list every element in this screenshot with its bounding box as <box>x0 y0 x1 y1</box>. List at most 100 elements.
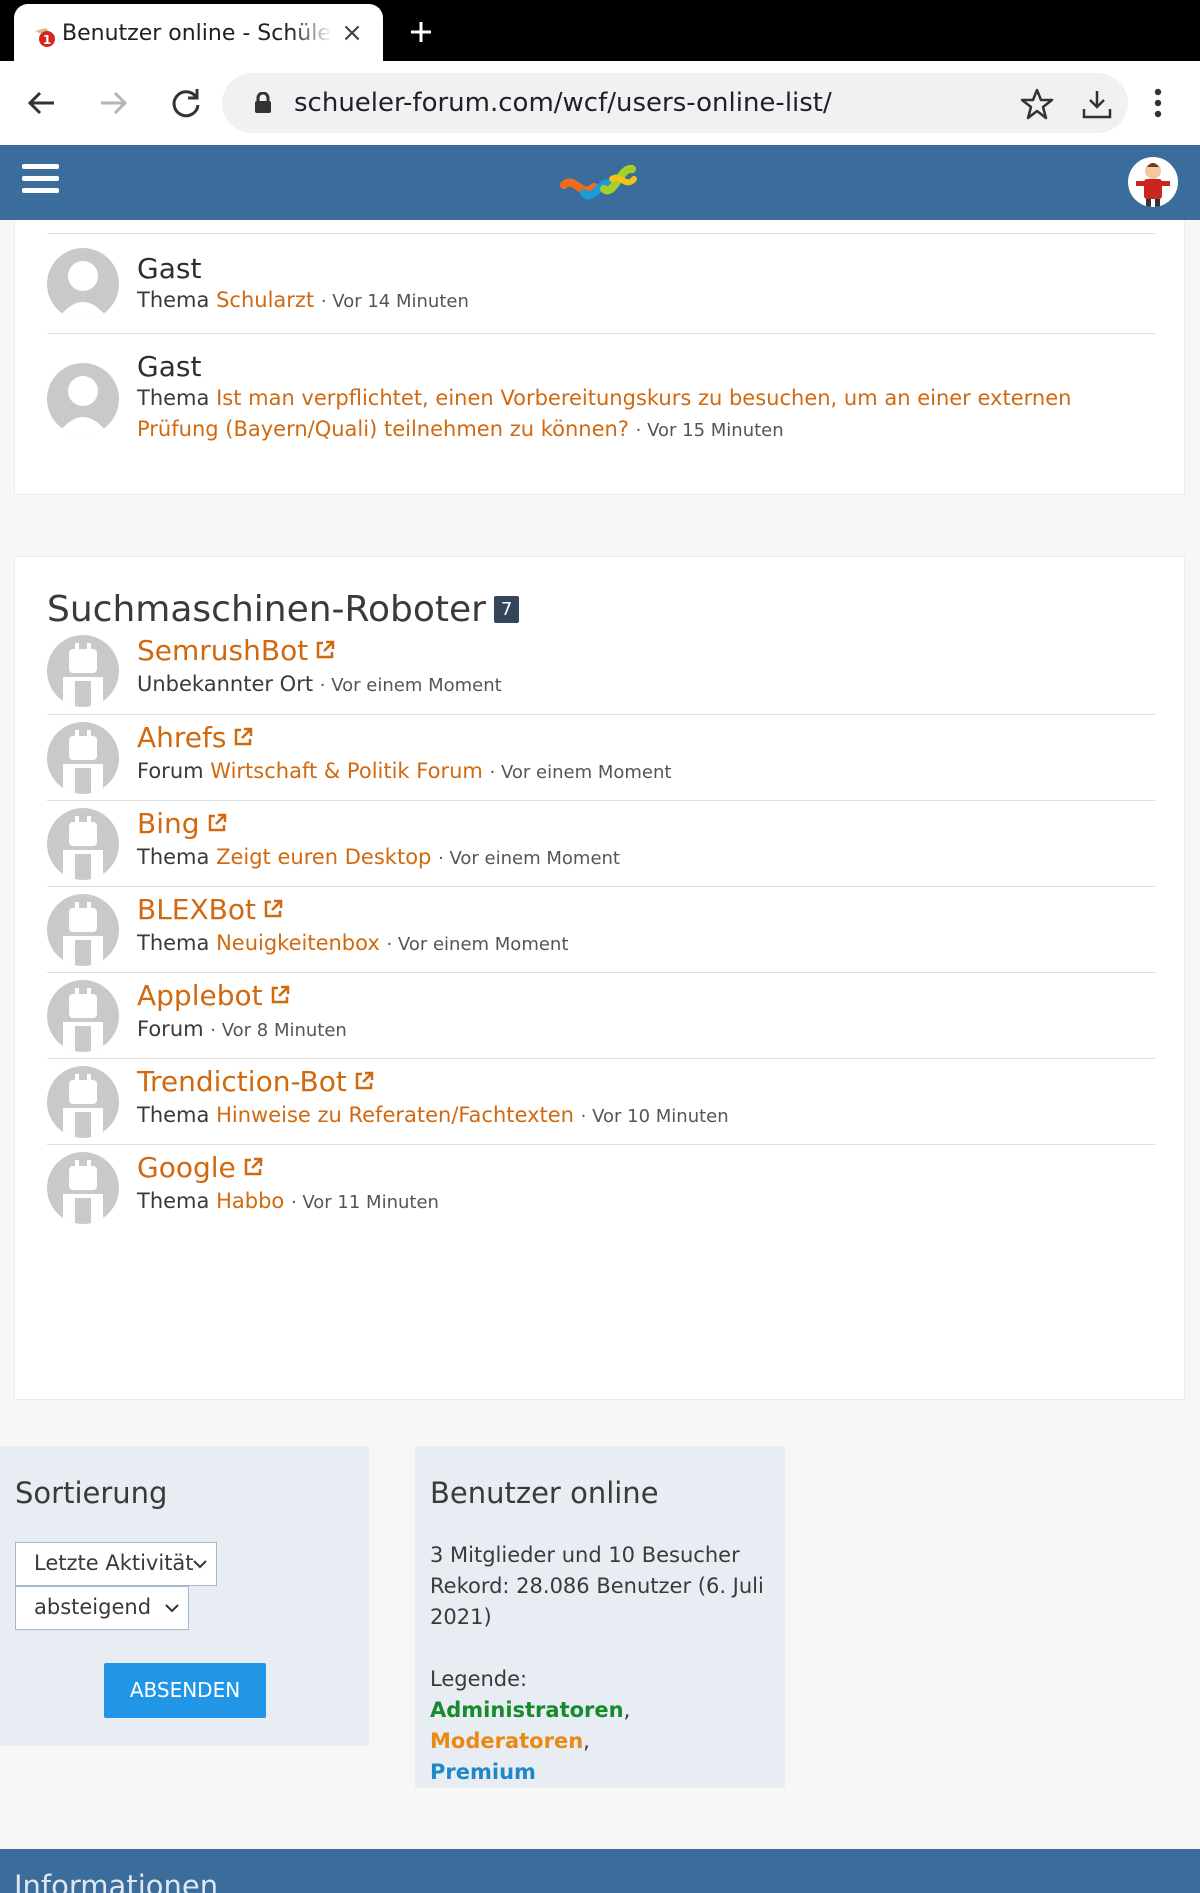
footer: Informationen <box>0 1849 1200 1893</box>
location-prefix: Thema <box>137 288 210 312</box>
tab-title: Benutzer online - Schülerforum <box>62 21 332 46</box>
bot-name-link[interactable]: Ahrefs <box>137 721 254 754</box>
bot-avatar <box>47 808 119 880</box>
favicon-icon: 1 <box>35 28 55 47</box>
url-text: schueler-forum.com/wcf/users-online-list… <box>294 88 832 118</box>
location-prefix: Thema <box>137 1103 210 1127</box>
guest-avatar <box>47 248 119 320</box>
external-link-icon <box>235 727 253 746</box>
sort-order-select[interactable]: absteigend <box>15 1586 189 1630</box>
browser-tab[interactable]: 1 Benutzer online - Schülerforum × <box>14 4 383 61</box>
list-item: Gast Thema Ist man verpflichtet, einen V… <box>47 333 1155 483</box>
activity-time: · Vor einem Moment <box>489 762 672 783</box>
location-link[interactable]: Habbo <box>216 1189 284 1213</box>
bot-name-link[interactable]: BLEXBot <box>137 893 284 926</box>
legend-premium: Premium <box>430 1760 536 1784</box>
location-prefix: Unbekannter Ort <box>137 672 314 696</box>
users-online-box: Benutzer online 3 Mitglieder und 10 Besu… <box>415 1446 785 1788</box>
bot-location: Unbekannter Ort · Vor einem Moment <box>137 669 502 701</box>
bot-avatar <box>47 980 119 1052</box>
site-logo[interactable] <box>560 159 640 207</box>
location-link[interactable]: Neuigkeitenbox <box>216 931 380 955</box>
online-summary: 3 Mitglieder und 10 Besucher <box>430 1543 740 1567</box>
location-prefix: Thema <box>137 386 210 410</box>
online-record: Rekord: 28.086 Benutzer (6. Juli 2021) <box>430 1574 764 1629</box>
legend-separator: , <box>623 1698 631 1722</box>
bot-name: Ahrefs <box>137 721 227 754</box>
location-link[interactable]: Hinweise zu Referaten/Fachtexten <box>216 1103 574 1127</box>
avatar-image <box>1136 163 1170 207</box>
topic-link[interactable]: Ist man verpflichtet, einen Vorbereitung… <box>137 386 1071 441</box>
bot-avatar <box>47 722 119 794</box>
activity-time: · Vor einem Moment <box>386 934 569 955</box>
download-icon[interactable] <box>1080 87 1114 121</box>
activity-time: · Vor 11 Minuten <box>290 1192 439 1213</box>
sort-field-select[interactable]: Letzte Aktivität <box>15 1542 217 1586</box>
bot-name: Trendiction-Bot <box>137 1065 347 1098</box>
svg-text:1: 1 <box>43 33 51 47</box>
bot-location: Thema Hinweise zu Referaten/Fachtexten ·… <box>137 1100 729 1132</box>
list-item: Gast Thema Schularzt · Vor 14 Minuten <box>47 233 1155 333</box>
star-icon[interactable] <box>1020 87 1054 121</box>
forward-arrow-icon[interactable] <box>93 83 133 123</box>
bot-name-link[interactable]: Google <box>137 1151 264 1184</box>
bot-name-link[interactable]: Trendiction-Bot <box>137 1065 375 1098</box>
activity-time: · Vor 15 Minuten <box>635 420 784 441</box>
activity-time: · Vor 10 Minuten <box>580 1106 729 1127</box>
guest-location: Thema Ist man verpflichtet, einen Vorber… <box>137 383 1137 446</box>
submit-button[interactable]: ABSENDEN <box>104 1663 266 1718</box>
bot-location: Forum · Vor 8 Minuten <box>137 1014 347 1046</box>
hamburger-icon[interactable] <box>22 164 59 196</box>
topic-link[interactable]: Schularzt <box>216 288 314 312</box>
chevron-down-icon <box>193 1560 207 1569</box>
list-item: SemrushBot Unbekannter Ort · Vor einem Mo… <box>47 628 1155 714</box>
bot-name-link[interactable]: SemrushBot <box>137 634 336 667</box>
guest-name: Gast <box>137 252 202 285</box>
bot-avatar <box>47 894 119 966</box>
sort-box: Sortierung Letzte Aktivität absteigend A… <box>0 1446 369 1746</box>
browser-toolbar: schueler-forum.com/wcf/users-online-list… <box>0 61 1200 145</box>
list-item: Trendiction-Bot Thema Hinweise zu Referat… <box>47 1058 1155 1144</box>
menu-dots-icon[interactable] <box>1140 83 1180 123</box>
reload-icon[interactable] <box>166 83 206 123</box>
bot-name-link[interactable]: Bing <box>137 807 228 840</box>
activity-time: · Vor 14 Minuten <box>320 291 469 312</box>
site-header <box>0 145 1200 220</box>
online-title: Benutzer online <box>430 1476 659 1510</box>
location-link[interactable]: Wirtschaft & Politik Forum <box>210 759 483 783</box>
location-link[interactable]: Zeigt euren Desktop <box>216 845 431 869</box>
bot-name: Google <box>137 1151 236 1184</box>
bot-name: Applebot <box>137 979 263 1012</box>
bot-name: BLEXBot <box>137 893 256 926</box>
list-item: Google Thema Habbo · Vor 11 Minuten <box>47 1144 1155 1230</box>
bot-avatar <box>47 1066 119 1138</box>
bot-name-link[interactable]: Applebot <box>137 979 291 1012</box>
browser-tab-bar: 1 Benutzer online - Schülerforum × <box>0 0 1200 61</box>
close-icon[interactable]: × <box>339 20 365 46</box>
sort-order-value: absteigend <box>34 1595 152 1619</box>
address-bar[interactable]: schueler-forum.com/wcf/users-online-list… <box>222 73 1128 133</box>
bot-name: Bing <box>137 807 200 840</box>
chevron-down-icon <box>165 1604 179 1613</box>
sort-field-value: Letzte Aktivität <box>34 1551 194 1575</box>
sort-title: Sortierung <box>15 1476 168 1510</box>
back-arrow-icon[interactable] <box>22 83 62 123</box>
legend-separator: , <box>583 1729 590 1753</box>
footer-title: Informationen <box>14 1869 219 1893</box>
legend: Administratoren, Moderatoren, Premium <box>430 1695 770 1788</box>
location-prefix: Forum <box>137 1017 204 1041</box>
list-item: Bing Thema Zeigt euren Desktop · Vor eine… <box>47 800 1155 886</box>
legend-label: Legende: <box>430 1667 528 1691</box>
list-item: BLEXBot Thema Neuigkeitenbox · Vor einem … <box>47 886 1155 972</box>
guests-card: Gast Thema Schularzt · Vor 14 Minuten Ga… <box>14 220 1185 495</box>
guest-location: Thema Schularzt · Vor 14 Minuten <box>137 285 469 317</box>
bot-name: SemrushBot <box>137 634 309 667</box>
bot-location: Thema Zeigt euren Desktop · Vor einem Mo… <box>137 842 620 874</box>
avatar[interactable] <box>1128 157 1178 207</box>
activity-time: · Vor einem Moment <box>319 675 502 696</box>
plus-icon[interactable] <box>404 15 438 49</box>
location-prefix: Thema <box>137 1189 210 1213</box>
guest-name: Gast <box>137 350 202 383</box>
lock-icon <box>255 92 271 113</box>
section-title: Suchmaschinen-Roboter 7 <box>47 589 520 630</box>
